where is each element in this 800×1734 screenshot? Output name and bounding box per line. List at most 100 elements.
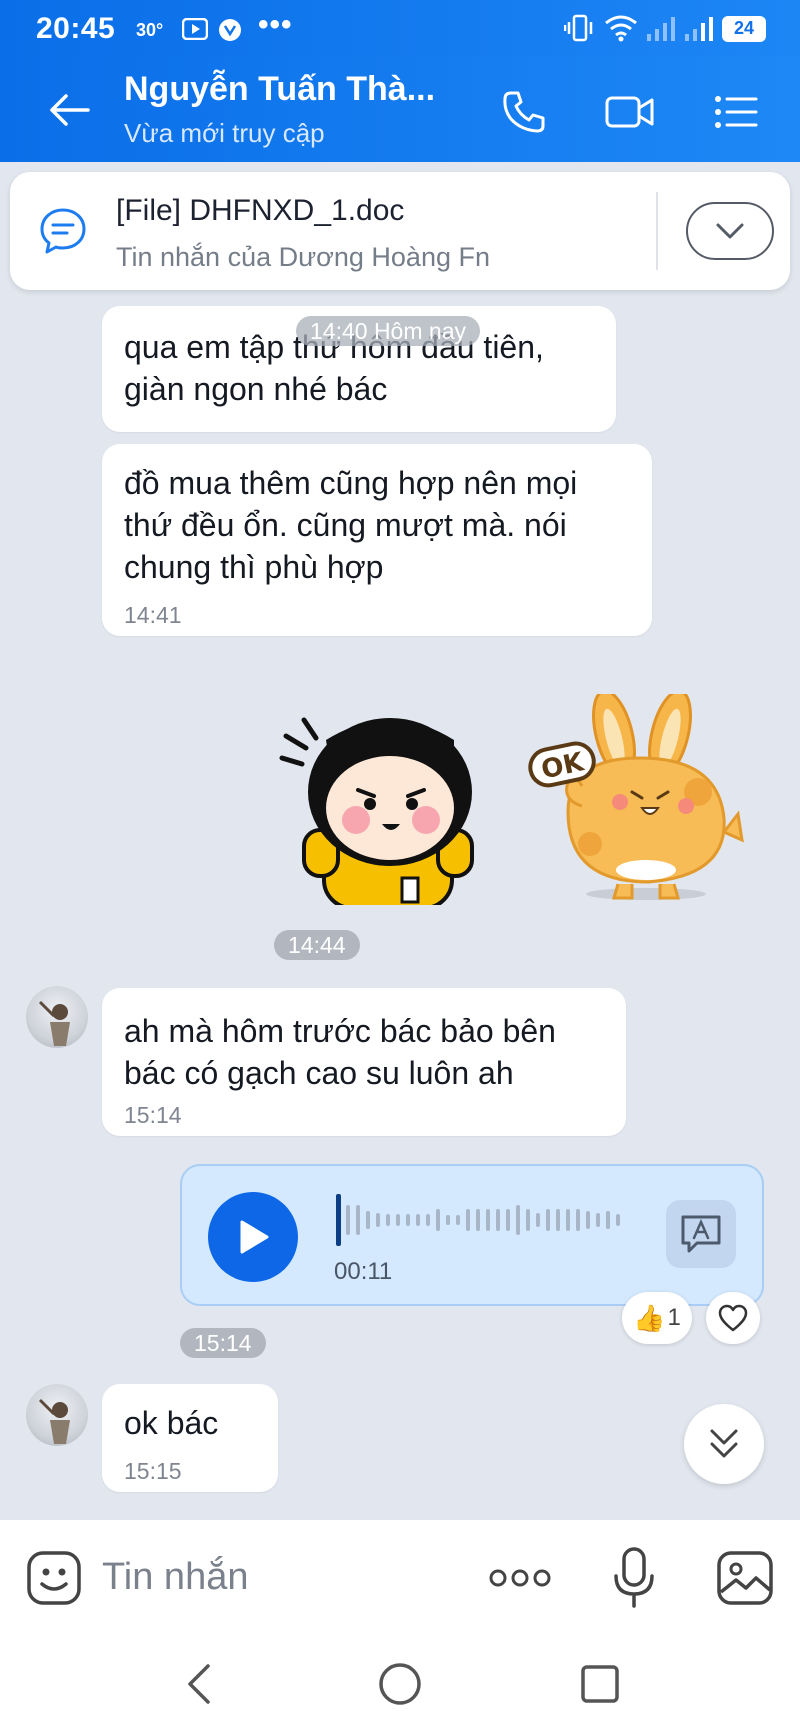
status-temperature: 30°: [136, 20, 164, 40]
message-bubble[interactable]: ok bác 15:15: [102, 1384, 278, 1492]
message-time: 14:41: [124, 602, 182, 628]
emoji-button[interactable]: [26, 1550, 82, 1606]
emoji-icon: [27, 1551, 81, 1605]
waveform-bar: [346, 1205, 350, 1235]
nav-home-icon: [379, 1663, 421, 1705]
waveform-bar: [476, 1209, 480, 1231]
avatar[interactable]: [26, 1384, 88, 1446]
video-call-button[interactable]: [602, 84, 658, 140]
waveform-bar: [456, 1215, 460, 1225]
waveform-bar: [446, 1215, 450, 1225]
more-options-button[interactable]: [488, 1558, 552, 1598]
signal-icon-2: [684, 16, 714, 47]
phone-icon: [503, 91, 545, 133]
app-notification-icon: [218, 18, 242, 47]
more-dots-icon: [489, 1569, 551, 1587]
contact-status: Vừa mới truy cập: [124, 118, 325, 148]
sticker-bunny-ok[interactable]: OK: [528, 689, 758, 904]
transcribe-button[interactable]: [666, 1200, 736, 1268]
back-arrow-icon: [50, 94, 90, 126]
waveform-bar: [516, 1205, 520, 1235]
waveform-bar: [496, 1209, 500, 1231]
react-button[interactable]: [706, 1292, 760, 1344]
double-chevron-down-icon: [710, 1429, 738, 1458]
back-button[interactable]: [44, 84, 96, 136]
signal-icon: [646, 16, 676, 47]
voice-message-time: 15:14: [180, 1328, 266, 1358]
nav-recents-button[interactable]: [576, 1660, 624, 1708]
waveform-bar: [546, 1209, 550, 1231]
message-time: 15:14: [124, 1102, 182, 1128]
chat-bubble-icon: [38, 206, 88, 256]
playback-cursor[interactable]: [336, 1194, 341, 1246]
image-icon: [717, 1551, 773, 1605]
chat-options-button[interactable]: [708, 84, 764, 140]
waveform-bar: [596, 1213, 600, 1227]
message-text: đồ mua thêm cũng hợp nên mọi thứ đều ổn.…: [124, 465, 578, 585]
play-icon: [240, 1220, 269, 1254]
waveform-bar: [586, 1211, 590, 1229]
waveform-bar: [396, 1214, 400, 1226]
waveform-bar: [416, 1214, 420, 1226]
contact-name[interactable]: Nguyễn Tuấn Thà...: [124, 70, 435, 109]
message-input[interactable]: Tin nhắn: [102, 1556, 248, 1599]
waveform-bar: [486, 1209, 490, 1231]
nav-home-button[interactable]: [376, 1660, 424, 1708]
sticker-girl[interactable]: [278, 680, 508, 910]
waveform-bar: [576, 1209, 580, 1231]
pinned-divider: [656, 192, 658, 270]
heart-icon: [718, 1304, 748, 1332]
sticker-time: 14:44: [274, 930, 360, 960]
nav-recents-icon: [581, 1665, 619, 1703]
pinned-subtitle: Tin nhắn của Dương Hoàng Fn: [116, 242, 490, 272]
waveform-bar: [406, 1214, 410, 1226]
voice-call-button[interactable]: [496, 84, 552, 140]
menu-list-icon: [715, 96, 758, 128]
waveform-bar: [376, 1213, 380, 1227]
play-button[interactable]: [208, 1192, 298, 1282]
date-divider: 14:40 Hôm nay: [296, 316, 480, 346]
pinned-message-bar[interactable]: [File] DHFNXD_1.doc Tin nhắn của Dương H…: [10, 172, 790, 290]
waveform-bar: [386, 1214, 390, 1226]
youtube-icon: [181, 17, 209, 45]
voice-record-button[interactable]: [612, 1546, 656, 1610]
waveform-bar: [436, 1209, 440, 1231]
message-time: 15:15: [124, 1458, 182, 1484]
waveform-bar: [426, 1214, 430, 1226]
transcribe-icon: [681, 1215, 721, 1253]
voice-message-bubble[interactable]: 00:11: [180, 1164, 764, 1306]
waveform-bar: [526, 1209, 530, 1231]
message-text: ah mà hôm trước bác bảo bên bác có gạch …: [124, 1013, 556, 1091]
chat-header: Nguyễn Tuấn Thà... Vừa mới truy cập: [0, 56, 800, 162]
waveform-bar: [356, 1205, 360, 1235]
message-bubble[interactable]: ah mà hôm trước bác bảo bên bác có gạch …: [102, 988, 626, 1136]
avatar[interactable]: [26, 986, 88, 1048]
voice-duration: 00:11: [334, 1258, 393, 1285]
waveform-bar: [506, 1209, 510, 1231]
status-time: 20:45: [36, 12, 116, 45]
chevron-down-icon: [716, 223, 744, 239]
audio-waveform[interactable]: [334, 1192, 644, 1248]
more-notifications-icon: •••: [258, 8, 293, 41]
message-text: ok bác: [124, 1405, 219, 1441]
pinned-title: [File] DHFNXD_1.doc: [116, 194, 405, 227]
thumbs-up-icon: 👍: [633, 1302, 666, 1333]
video-camera-icon: [605, 96, 654, 128]
battery-indicator: 24: [722, 16, 766, 42]
send-image-button[interactable]: [716, 1550, 774, 1606]
waveform-bar: [606, 1211, 610, 1229]
waveform-bar: [466, 1209, 470, 1231]
waveform-bar: [556, 1209, 560, 1231]
waveform-bar: [616, 1214, 620, 1226]
wifi-icon: [604, 14, 638, 47]
waveform-bar: [536, 1213, 540, 1227]
microphone-icon: [614, 1547, 654, 1608]
scroll-to-bottom-button[interactable]: [684, 1404, 764, 1484]
pinned-expand-button[interactable]: [686, 202, 774, 260]
reaction-summary[interactable]: 👍 1: [622, 1292, 692, 1344]
status-bar: 20:45 30° ••• 24: [0, 0, 800, 56]
message-bubble[interactable]: đồ mua thêm cũng hợp nên mọi thứ đều ổn.…: [102, 444, 652, 636]
nav-back-button[interactable]: [176, 1660, 224, 1708]
waveform-bar: [566, 1209, 570, 1231]
nav-back-icon: [188, 1664, 210, 1704]
